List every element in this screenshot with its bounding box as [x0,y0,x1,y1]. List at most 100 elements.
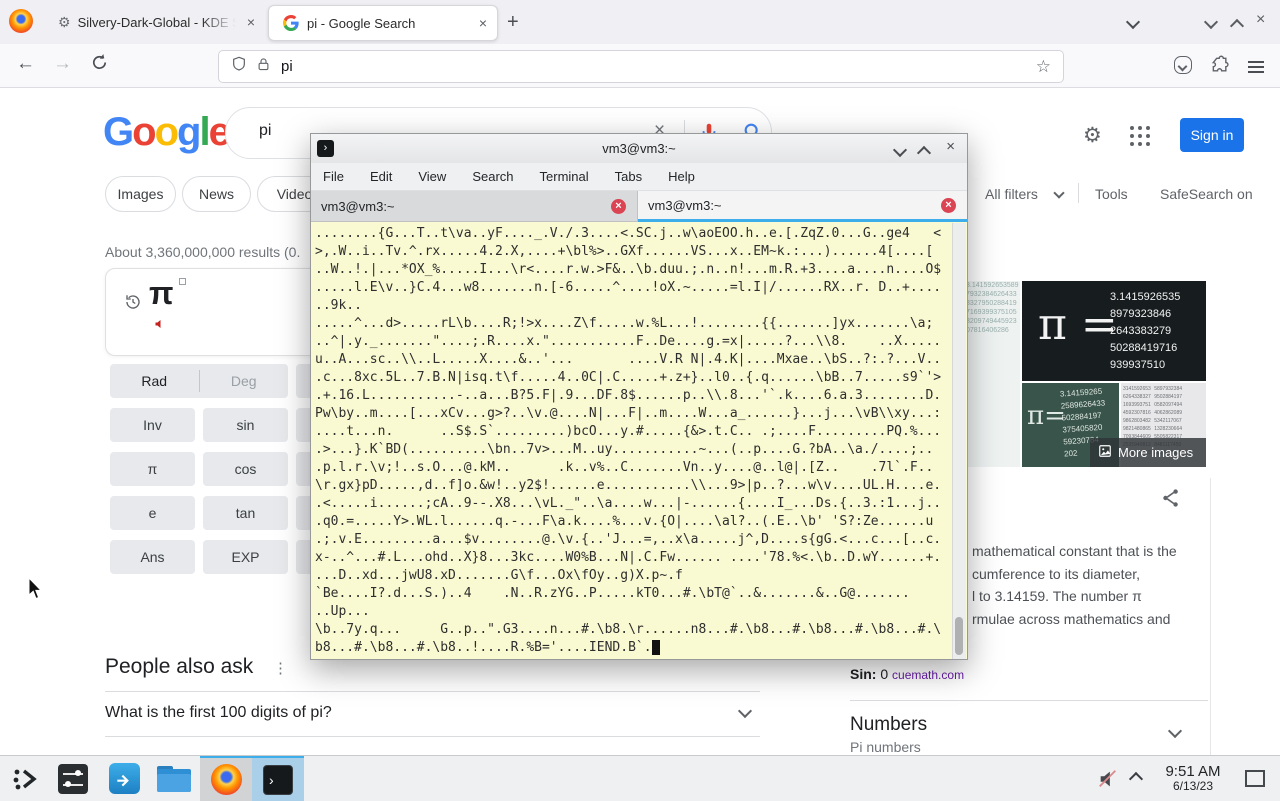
menu-help[interactable]: Help [668,169,695,184]
share-icon[interactable] [1160,487,1182,514]
kp-numbers-title[interactable]: Numbers [850,714,927,736]
close-tab-icon[interactable]: × [479,15,487,31]
discover-button[interactable] [102,756,146,801]
forward-button[interactable]: → [53,54,72,73]
extensions-puzzle-icon[interactable] [1210,55,1230,80]
close-terminal-tab-icon[interactable]: × [611,198,626,214]
chip-news[interactable]: News [182,176,251,212]
browser-tab-google-active[interactable]: pi - Google Search × [268,5,498,41]
konsole-icon: › [263,764,293,795]
volume-muted-icon[interactable] [1094,756,1122,801]
sin-value: 0 [880,666,889,682]
terminal-cursor [652,640,660,655]
terminal-output[interactable]: ........{G...T..t\va..yF...._.V./.3....<… [315,226,955,658]
terminal-titlebar[interactable]: › vm3@vm3:~ × [311,134,967,164]
terminal-close-button[interactable]: × [946,138,955,155]
terminal-scrollbar-track[interactable] [952,223,966,659]
menu-hamburger-icon[interactable] [1248,58,1264,76]
back-button[interactable]: ← [16,54,35,73]
show-desktop-button[interactable] [1238,756,1272,801]
kde-gear-icon: ⚙ [58,13,71,30]
menu-search[interactable]: Search [472,169,513,184]
menu-edit[interactable]: Edit [370,169,392,184]
calc-button-tan[interactable]: tan [203,496,288,530]
paa-menu-icon[interactable]: ⋮ [273,659,288,677]
menu-view[interactable]: View [418,169,446,184]
kp-sin-row: Sin: 0 cuemath.com [850,666,964,682]
tab-title: Silvery-Dark-Global - KDE S [77,14,236,30]
close-tab-icon[interactable]: × [247,14,255,30]
rad-deg-toggle[interactable]: Rad Deg [110,364,288,398]
taskbar: › 9:51 AM 6/13/23 [0,755,1280,801]
chip-images[interactable]: Images [105,176,176,212]
terminal-tab-1[interactable]: vm3@vm3:~ × [311,191,638,222]
filters-divider [1078,183,1079,203]
lock-icon[interactable] [256,57,271,77]
clock-time: 9:51 AM [1165,762,1221,780]
pocket-icon[interactable] [1174,56,1192,74]
window-maximize-button[interactable] [1229,18,1245,34]
window-close-button[interactable]: × [1256,11,1265,29]
terminal-window[interactable]: › vm3@vm3:~ × File Edit View Search Term… [310,133,968,660]
more-images-button[interactable]: More images [1090,438,1206,467]
calc-button-e[interactable]: e [110,496,195,530]
history-icon[interactable] [124,293,142,316]
clock[interactable]: 9:51 AM 6/13/23 [1152,756,1234,801]
file-manager-button[interactable] [152,756,196,801]
url-bar[interactable]: pi ☆ [218,50,1064,83]
tools-link[interactable]: Tools [1095,186,1128,202]
menu-terminal[interactable]: Terminal [540,169,589,184]
all-filters-link[interactable]: All filters [985,186,1038,202]
firefox-logo-icon [9,9,33,33]
window-minimize-button[interactable] [1203,14,1219,30]
calculator-display-value: π [149,275,174,311]
divider [105,691,760,692]
paa-question[interactable]: What is the first 100 digits of pi? [105,704,332,722]
google-apps-grid-icon[interactable] [1130,126,1150,146]
kp-numbers-chevron-icon[interactable] [1167,723,1183,739]
kp-image-digit-spiral[interactable]: 3.14159265358979323846264338327950288419… [966,281,1020,467]
list-tabs-chevron-icon[interactable] [1125,14,1141,30]
app-launcher-button[interactable] [4,756,46,801]
safesearch-label[interactable]: SafeSearch on [1160,186,1253,202]
new-tab-button[interactable]: + [507,11,519,34]
firefox-icon [210,764,242,795]
sin-source-link[interactable]: cuemath.com [892,668,964,682]
menu-tabs[interactable]: Tabs [615,169,642,184]
system-tray-expander[interactable] [1124,756,1148,801]
results-stats: About 3,360,000,000 results (0. [105,244,301,260]
rad-button[interactable]: Rad [110,373,199,389]
bookmark-star-icon[interactable]: ☆ [1036,57,1051,77]
speak-result-icon[interactable] [154,317,166,335]
shield-icon[interactable] [231,56,247,77]
browser-tab-bar: ⚙ Silvery-Dark-Global - KDE S × pi - Goo… [0,0,1280,44]
google-logo[interactable]: Google [103,110,231,155]
kp-numbers-sub: Pi numbers [850,739,921,755]
sin-label: Sin: [850,666,877,682]
all-filters-chevron-icon[interactable] [1053,187,1065,199]
menu-file[interactable]: File [323,169,344,184]
terminal-tab-2-active[interactable]: vm3@vm3:~ × [638,191,967,222]
kp-right-border [1210,478,1211,755]
calc-button-ans[interactable]: Ans [110,540,195,574]
terminal-scrollbar-thumb[interactable] [955,617,963,655]
close-terminal-tab-icon[interactable]: × [941,197,956,213]
browser-tab-kde[interactable]: ⚙ Silvery-Dark-Global - KDE S × [48,5,264,39]
calc-button-sin[interactable]: sin [203,408,288,442]
sign-in-button[interactable]: Sign in [1180,118,1244,152]
divider [105,736,760,737]
terminal-title: vm3@vm3:~ [602,141,676,156]
kp-image-pi-blackboard[interactable]: π = 3.1415926535 8979323846 2643383279 5… [1022,281,1206,381]
calc-button-cos[interactable]: cos [203,452,288,486]
system-settings-button[interactable] [52,756,94,801]
taskbar-konsole-task[interactable]: › [252,756,304,801]
settings-gear-icon[interactable]: ⚙ [1083,123,1102,148]
paa-expand-chevron-icon[interactable] [737,703,753,719]
calc-button-pi[interactable]: π [110,452,195,486]
deg-button[interactable]: Deg [200,373,289,389]
calc-button-exp[interactable]: EXP [203,540,288,574]
calc-button-inv[interactable]: Inv [110,408,195,442]
reload-button[interactable] [90,53,109,77]
image-icon [1098,444,1112,461]
taskbar-firefox-task[interactable] [200,756,252,801]
